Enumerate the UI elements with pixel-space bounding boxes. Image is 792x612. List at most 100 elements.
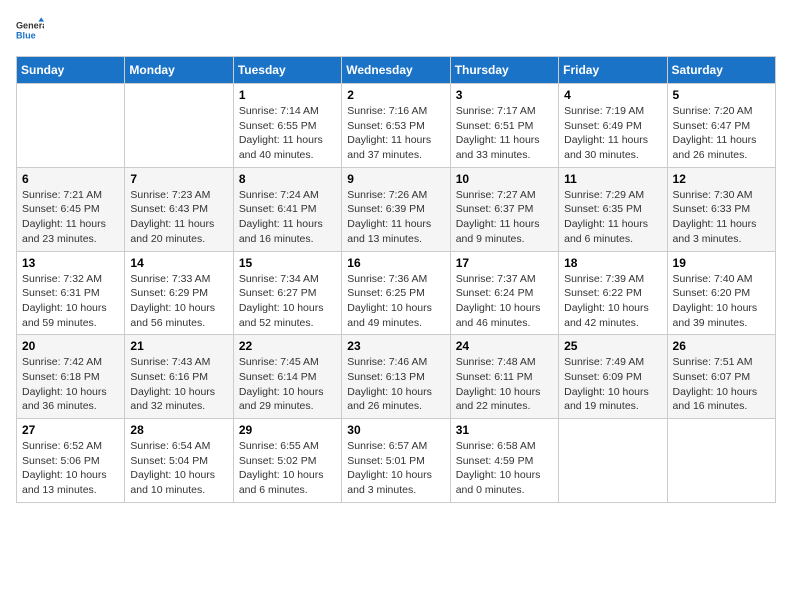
calendar-cell: 4 Sunrise: 7:19 AM Sunset: 6:49 PM Daylig… <box>559 84 667 168</box>
calendar-cell <box>125 84 233 168</box>
day-number: 6 <box>22 172 119 186</box>
day-info: Sunrise: 6:52 AM Sunset: 5:06 PM Dayligh… <box>22 439 119 498</box>
day-info: Sunrise: 7:49 AM Sunset: 6:09 PM Dayligh… <box>564 355 661 414</box>
calendar-cell: 24Sunrise: 7:48 AM Sunset: 6:11 PM Dayli… <box>450 335 558 419</box>
day-number: 16 <box>347 256 444 270</box>
calendar-cell: 23Sunrise: 7:46 AM Sunset: 6:13 PM Dayli… <box>342 335 450 419</box>
svg-text:Blue: Blue <box>16 30 36 40</box>
day-info: Sunrise: 7:51 AM Sunset: 6:07 PM Dayligh… <box>673 355 770 414</box>
svg-text:General: General <box>16 21 44 31</box>
calendar-cell: 7 Sunrise: 7:23 AM Sunset: 6:43 PM Daylig… <box>125 167 233 251</box>
calendar-cell: 3 Sunrise: 7:17 AM Sunset: 6:51 PM Daylig… <box>450 84 558 168</box>
day-number: 1 <box>239 88 336 102</box>
day-number: 13 <box>22 256 119 270</box>
calendar-cell <box>559 419 667 503</box>
day-number: 25 <box>564 339 661 353</box>
page-header: General Blue <box>16 16 776 44</box>
day-info: Sunrise: 7:19 AM Sunset: 6:49 PM Dayligh… <box>564 104 661 163</box>
logo-icon: General Blue <box>16 16 44 44</box>
day-number: 19 <box>673 256 770 270</box>
calendar-table: SundayMondayTuesdayWednesdayThursdayFrid… <box>16 56 776 503</box>
day-info: Sunrise: 7:26 AM Sunset: 6:39 PM Dayligh… <box>347 188 444 247</box>
day-number: 26 <box>673 339 770 353</box>
day-info: Sunrise: 7:20 AM Sunset: 6:47 PM Dayligh… <box>673 104 770 163</box>
calendar-week-5: 27 Sunrise: 6:52 AM Sunset: 5:06 PM Dayli… <box>17 419 776 503</box>
day-number: 3 <box>456 88 553 102</box>
day-info: Sunrise: 7:34 AM Sunset: 6:27 PM Dayligh… <box>239 272 336 331</box>
day-info: Sunrise: 7:40 AM Sunset: 6:20 PM Dayligh… <box>673 272 770 331</box>
day-info: Sunrise: 7:37 AM Sunset: 6:24 PM Dayligh… <box>456 272 553 331</box>
day-info: Sunrise: 7:30 AM Sunset: 6:33 PM Dayligh… <box>673 188 770 247</box>
day-info: Sunrise: 6:55 AM Sunset: 5:02 PM Dayligh… <box>239 439 336 498</box>
day-info: Sunrise: 7:43 AM Sunset: 6:16 PM Dayligh… <box>130 355 227 414</box>
day-number: 18 <box>564 256 661 270</box>
day-number: 27 <box>22 423 119 437</box>
day-info: Sunrise: 7:48 AM Sunset: 6:11 PM Dayligh… <box>456 355 553 414</box>
day-number: 29 <box>239 423 336 437</box>
calendar-cell: 22 Sunrise: 7:45 AM Sunset: 6:14 PM Dayli… <box>233 335 341 419</box>
day-info: Sunrise: 7:17 AM Sunset: 6:51 PM Dayligh… <box>456 104 553 163</box>
day-number: 30 <box>347 423 444 437</box>
calendar-cell: 9 Sunrise: 7:26 AM Sunset: 6:39 PM Daylig… <box>342 167 450 251</box>
logo: General Blue <box>16 16 48 44</box>
day-number: 22 <box>239 339 336 353</box>
day-number: 7 <box>130 172 227 186</box>
day-number: 21 <box>130 339 227 353</box>
day-info: Sunrise: 7:14 AM Sunset: 6:55 PM Dayligh… <box>239 104 336 163</box>
calendar-cell <box>17 84 125 168</box>
calendar-cell: 16Sunrise: 7:36 AM Sunset: 6:25 PM Dayli… <box>342 251 450 335</box>
day-header-wednesday: Wednesday <box>342 57 450 84</box>
day-info: Sunrise: 7:33 AM Sunset: 6:29 PM Dayligh… <box>130 272 227 331</box>
day-header-thursday: Thursday <box>450 57 558 84</box>
calendar-cell: 26 Sunrise: 7:51 AM Sunset: 6:07 PM Dayli… <box>667 335 775 419</box>
calendar-cell: 12 Sunrise: 7:30 AM Sunset: 6:33 PM Dayli… <box>667 167 775 251</box>
calendar-header: SundayMondayTuesdayWednesdayThursdayFrid… <box>17 57 776 84</box>
day-info: Sunrise: 6:54 AM Sunset: 5:04 PM Dayligh… <box>130 439 227 498</box>
calendar-cell: 31Sunrise: 6:58 AM Sunset: 4:59 PM Dayli… <box>450 419 558 503</box>
calendar-cell: 20Sunrise: 7:42 AM Sunset: 6:18 PM Dayli… <box>17 335 125 419</box>
day-header-saturday: Saturday <box>667 57 775 84</box>
day-info: Sunrise: 7:16 AM Sunset: 6:53 PM Dayligh… <box>347 104 444 163</box>
calendar-cell: 2 Sunrise: 7:16 AM Sunset: 6:53 PM Daylig… <box>342 84 450 168</box>
day-number: 2 <box>347 88 444 102</box>
day-info: Sunrise: 7:27 AM Sunset: 6:37 PM Dayligh… <box>456 188 553 247</box>
day-number: 11 <box>564 172 661 186</box>
calendar-cell: 5 Sunrise: 7:20 AM Sunset: 6:47 PM Daylig… <box>667 84 775 168</box>
calendar-cell: 11 Sunrise: 7:29 AM Sunset: 6:35 PM Dayli… <box>559 167 667 251</box>
calendar-cell: 21 Sunrise: 7:43 AM Sunset: 6:16 PM Dayli… <box>125 335 233 419</box>
day-info: Sunrise: 7:23 AM Sunset: 6:43 PM Dayligh… <box>130 188 227 247</box>
day-number: 4 <box>564 88 661 102</box>
day-number: 10 <box>456 172 553 186</box>
calendar-cell: 18 Sunrise: 7:39 AM Sunset: 6:22 PM Dayli… <box>559 251 667 335</box>
calendar-cell: 29 Sunrise: 6:55 AM Sunset: 5:02 PM Dayli… <box>233 419 341 503</box>
day-info: Sunrise: 7:42 AM Sunset: 6:18 PM Dayligh… <box>22 355 119 414</box>
day-number: 9 <box>347 172 444 186</box>
day-info: Sunrise: 7:45 AM Sunset: 6:14 PM Dayligh… <box>239 355 336 414</box>
day-header-sunday: Sunday <box>17 57 125 84</box>
calendar-cell: 17 Sunrise: 7:37 AM Sunset: 6:24 PM Dayli… <box>450 251 558 335</box>
day-header-friday: Friday <box>559 57 667 84</box>
day-number: 17 <box>456 256 553 270</box>
day-info: Sunrise: 7:39 AM Sunset: 6:22 PM Dayligh… <box>564 272 661 331</box>
day-number: 12 <box>673 172 770 186</box>
calendar-cell: 28 Sunrise: 6:54 AM Sunset: 5:04 PM Dayli… <box>125 419 233 503</box>
calendar-cell: 15Sunrise: 7:34 AM Sunset: 6:27 PM Dayli… <box>233 251 341 335</box>
calendar-cell: 6 Sunrise: 7:21 AM Sunset: 6:45 PM Daylig… <box>17 167 125 251</box>
calendar-cell: 8Sunrise: 7:24 AM Sunset: 6:41 PM Daylig… <box>233 167 341 251</box>
calendar-cell: 10 Sunrise: 7:27 AM Sunset: 6:37 PM Dayli… <box>450 167 558 251</box>
day-number: 28 <box>130 423 227 437</box>
day-info: Sunrise: 7:21 AM Sunset: 6:45 PM Dayligh… <box>22 188 119 247</box>
calendar-week-3: 13Sunrise: 7:32 AM Sunset: 6:31 PM Dayli… <box>17 251 776 335</box>
day-number: 5 <box>673 88 770 102</box>
calendar-week-2: 6 Sunrise: 7:21 AM Sunset: 6:45 PM Daylig… <box>17 167 776 251</box>
day-info: Sunrise: 7:46 AM Sunset: 6:13 PM Dayligh… <box>347 355 444 414</box>
calendar-cell: 14Sunrise: 7:33 AM Sunset: 6:29 PM Dayli… <box>125 251 233 335</box>
calendar-cell: 30Sunrise: 6:57 AM Sunset: 5:01 PM Dayli… <box>342 419 450 503</box>
day-header-monday: Monday <box>125 57 233 84</box>
calendar-cell: 13Sunrise: 7:32 AM Sunset: 6:31 PM Dayli… <box>17 251 125 335</box>
calendar-week-1: 1 Sunrise: 7:14 AM Sunset: 6:55 PM Daylig… <box>17 84 776 168</box>
calendar-cell: 19 Sunrise: 7:40 AM Sunset: 6:20 PM Dayli… <box>667 251 775 335</box>
calendar-body: 1 Sunrise: 7:14 AM Sunset: 6:55 PM Daylig… <box>17 84 776 503</box>
day-info: Sunrise: 7:29 AM Sunset: 6:35 PM Dayligh… <box>564 188 661 247</box>
day-header-tuesday: Tuesday <box>233 57 341 84</box>
